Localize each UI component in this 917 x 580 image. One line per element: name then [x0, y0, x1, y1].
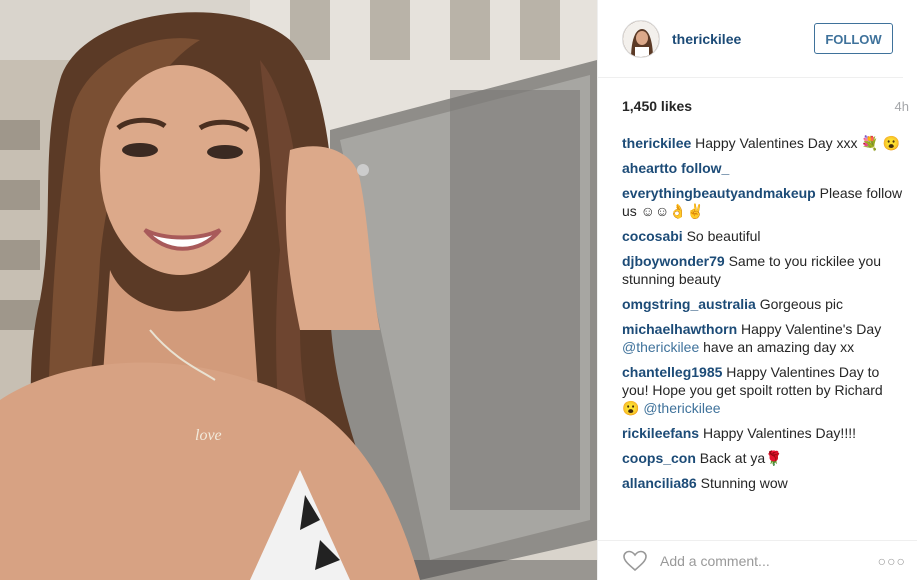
comment-text: Happy Valentine's Day: [737, 321, 882, 337]
comment-mention[interactable]: @therickilee: [622, 339, 699, 355]
comment-text: Back at ya🌹: [695, 450, 783, 466]
follow-button[interactable]: FOLLOW: [814, 23, 893, 54]
comment-item: therickilee Happy Valentines Day xxx 💐 😮: [622, 134, 903, 152]
post-username[interactable]: therickilee: [672, 31, 814, 47]
comment-username[interactable]: everythingbeautyandmakeup: [622, 185, 816, 201]
comment-username[interactable]: cocosabi: [622, 228, 683, 244]
comment-text-after: have an amazing day xx: [699, 339, 855, 355]
post-timestamp[interactable]: 4h: [895, 99, 909, 114]
comment-item: chantelleg1985 Happy Valentines Day to y…: [622, 363, 903, 417]
post-sidebar: therickilee FOLLOW 1,450 likes 4h theric…: [597, 0, 917, 580]
comment-item: djboywonder79 Same to you rickilee you s…: [622, 252, 903, 288]
post-meta: 1,450 likes 4h: [598, 78, 917, 134]
comment-username[interactable]: rickileefans: [622, 425, 699, 441]
comment-text: Happy Valentines Day xxx 💐 😮: [691, 135, 901, 151]
add-comment-input[interactable]: [660, 552, 878, 569]
comment-item: omgstring_australia Gorgeous pic: [622, 295, 903, 313]
comment-username[interactable]: therickilee: [622, 135, 691, 151]
comment-item: rickileefans Happy Valentines Day!!!!: [622, 424, 903, 442]
comment-list: therickilee Happy Valentines Day xxx 💐 😮…: [598, 134, 917, 492]
avatar-image: [623, 20, 659, 57]
comment-item: everythingbeautyandmakeup Please follow …: [622, 184, 903, 220]
comment-username[interactable]: omgstring_australia: [622, 296, 756, 312]
avatar[interactable]: [622, 19, 660, 58]
selfie-image: love: [0, 0, 597, 580]
comment-text: Stunning wow: [696, 475, 788, 491]
post-photo[interactable]: love: [0, 0, 597, 580]
comment-mention[interactable]: @therickilee: [643, 400, 720, 416]
comment-username[interactable]: aheartto follow_: [622, 160, 729, 176]
comment-username[interactable]: michaelhawthorn: [622, 321, 737, 337]
ellipsis-icon[interactable]: ○○○: [878, 553, 906, 569]
comment-text: So beautiful: [682, 228, 761, 244]
comment-username[interactable]: allancilia86: [622, 475, 697, 491]
comment-item: michaelhawthorn Happy Valentine's Day @t…: [622, 320, 903, 356]
likes-count[interactable]: 1,450 likes: [622, 98, 692, 114]
svg-text:love: love: [195, 427, 222, 444]
comment-text: Gorgeous pic: [755, 296, 843, 312]
comment-item: allancilia86 Stunning wow: [622, 474, 903, 492]
comment-item: coops_con Back at ya🌹: [622, 449, 903, 467]
comment-item: cocosabi So beautiful: [622, 227, 903, 245]
comment-username[interactable]: coops_con: [622, 450, 696, 466]
comment-footer: ○○○: [598, 540, 917, 580]
comment-username[interactable]: djboywonder79: [622, 253, 725, 269]
comment-username[interactable]: chantelleg1985: [622, 364, 722, 380]
comment-item: aheartto follow_: [622, 159, 903, 177]
heart-outline-icon[interactable]: [622, 548, 648, 574]
comment-text: Happy Valentines Day!!!!: [699, 425, 856, 441]
post-header: therickilee FOLLOW: [598, 0, 903, 78]
